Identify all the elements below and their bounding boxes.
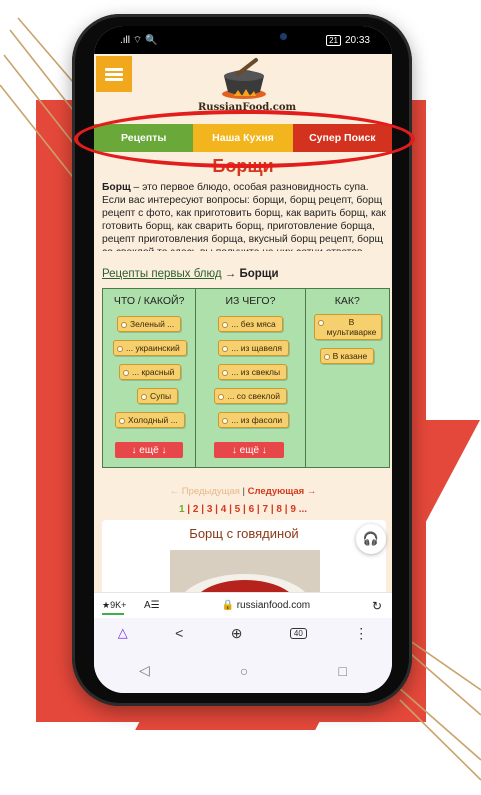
share-icon[interactable]: < [175, 625, 183, 641]
pager-separator: | [239, 486, 248, 497]
system-nav-bar: ◁ ○ □ [94, 648, 392, 693]
page-link[interactable]: 9 [290, 504, 296, 515]
more-button[interactable]: ↓ ещё ↓ [115, 442, 183, 458]
page-ellipsis: ... [298, 504, 308, 515]
intro-body: – это первое блюдо, особая разновидность… [102, 182, 386, 251]
intro-bold: Борщ [102, 182, 131, 193]
breadcrumb-link[interactable]: Рецепты первых блюд [102, 268, 222, 280]
headphones-button[interactable]: 🎧 [356, 524, 386, 554]
back-icon[interactable]: ◁ [139, 662, 150, 679]
camera-icon [280, 33, 287, 40]
main-nav: Рецепты Наша Кухня Супер Поиск [94, 124, 392, 152]
filter-tag[interactable]: ... красный [119, 364, 182, 380]
status-icons: .ıll ⌔ 🔍 [120, 34, 158, 46]
recipe-card-title[interactable]: Борщ с говядиной [102, 520, 386, 541]
pager-prev-next: ← Предыдущая | Следующая → [94, 486, 392, 497]
alice-assistant-icon[interactable]: △ [118, 625, 128, 641]
browser-toolbar: △ < ⊕ 40 ⋮ [94, 618, 392, 648]
recents-icon[interactable]: □ [338, 663, 346, 679]
site-header: RussianFood.com [94, 54, 392, 114]
filter-tag[interactable]: В мультиварке [313, 314, 382, 340]
filter-tag[interactable]: ... из свеклы [218, 364, 288, 380]
filter-col-how: КАК? В мультиварке В казане [306, 289, 389, 467]
filter-tag[interactable]: ... без мяса [218, 316, 283, 332]
phone-screen: .ıll ⌔ 🔍 21 20:33 RussianFood.com Рецепт… [94, 26, 392, 693]
page-title: Борщи [212, 156, 274, 176]
hamburger-menu-button[interactable] [96, 56, 132, 92]
filter-tag[interactable]: В казане [319, 348, 375, 364]
more-button[interactable]: ↓ ещё ↓ [214, 442, 285, 458]
site-logo[interactable]: RussianFood.com [198, 56, 297, 114]
status-right: 21 20:33 [326, 34, 370, 46]
filter-tag[interactable]: ... из фасоли [218, 412, 290, 428]
filter-header-from: ИЗ ЧЕГО? [225, 295, 276, 307]
reader-mode-icon[interactable]: A☰ [144, 600, 160, 611]
filter-tag[interactable]: Супы [137, 388, 179, 404]
page-link[interactable]: 2 [193, 504, 199, 515]
nav-super-search[interactable]: Супер Поиск [292, 124, 392, 152]
stage: .ıll ⌔ 🔍 21 20:33 RussianFood.com Рецепт… [0, 0, 481, 795]
tabs-count-button[interactable]: 40 [289, 627, 307, 639]
filter-col-from: ИЗ ЧЕГО? ... без мяса ... из щавеля ... … [196, 289, 306, 467]
nav-our-kitchen[interactable]: Наша Кухня [193, 124, 293, 152]
filter-tag[interactable]: Зеленый ... [117, 316, 182, 332]
reload-icon[interactable]: ↻ [372, 599, 382, 613]
next-link[interactable]: Следующая → [248, 486, 317, 497]
intro-text: Борщ – это первое блюдо, особая разновид… [102, 181, 386, 251]
page-link[interactable]: 1 [179, 504, 185, 515]
home-icon[interactable]: ○ [240, 663, 248, 679]
new-tab-icon[interactable]: ⊕ [231, 625, 243, 642]
page-link[interactable]: 6 [249, 504, 255, 515]
pot-logo-icon [222, 58, 266, 99]
breadcrumb: Рецепты первых блюд → Борщи [102, 268, 386, 280]
filter-tag[interactable]: ... со свеклой [214, 388, 287, 404]
filter-col-what: ЧТО / КАКОЙ? Зеленый ... ... украинский … [103, 289, 197, 467]
browser-url-bar: ★9K+ A☰ 🔒 russianfood.com ↻ [94, 592, 392, 618]
logo-text: RussianFood.com [198, 102, 297, 113]
battery-icon: 21 [326, 34, 341, 46]
filter-tag[interactable]: Холодный ... [115, 412, 185, 428]
prev-link[interactable]: ← Предыдущая [170, 486, 240, 497]
url-domain[interactable]: 🔒 russianfood.com [160, 600, 372, 611]
breadcrumb-current: Борщи [239, 268, 279, 280]
page-link[interactable]: 3 [207, 504, 213, 515]
breadcrumb-arrow: → [224, 268, 237, 280]
pager-pages: 1 | 2 | 3 | 4 | 5 | 6 | 7 | 8 | 9 ... [178, 504, 308, 515]
page-link[interactable]: 7 [263, 504, 269, 515]
filter-tag[interactable]: ... украинский [113, 340, 187, 356]
more-menu-icon[interactable]: ⋮ [354, 625, 368, 642]
nav-recipes[interactable]: Рецепты [94, 124, 194, 152]
page-link[interactable]: 5 [235, 504, 241, 515]
filter-tag[interactable]: ... из щавеля [218, 340, 289, 356]
site-rating-badge[interactable]: ★9K+ [102, 600, 138, 615]
headphones-icon: 🎧 [362, 531, 380, 546]
page-link[interactable]: 8 [276, 504, 282, 515]
clock: 20:33 [344, 34, 370, 46]
page-link[interactable]: 4 [221, 504, 227, 515]
filter-table: ЧТО / КАКОЙ? Зеленый ... ... украинский … [102, 288, 390, 468]
filter-header-what: ЧТО / КАКОЙ? [113, 295, 185, 307]
hamburger-icon [105, 66, 123, 83]
filter-header-how: КАК? [334, 295, 360, 307]
